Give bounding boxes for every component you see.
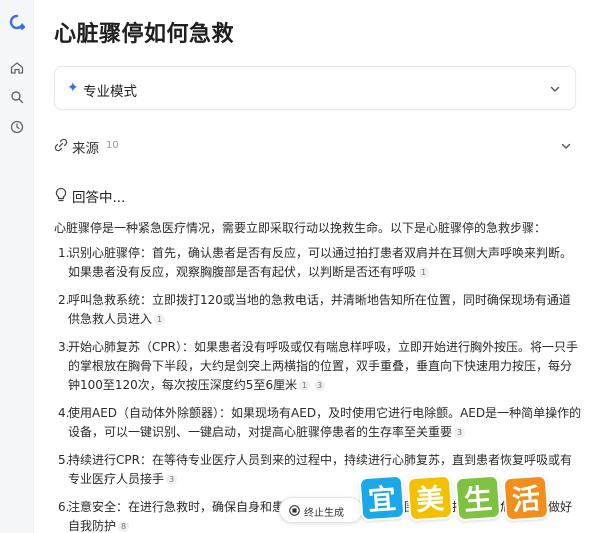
step-number: 1.: [58, 246, 70, 260]
link-icon: [54, 138, 68, 152]
watermark-char: 宜: [358, 474, 406, 522]
citation-badge[interactable]: 3: [166, 474, 178, 485]
watermark-char: 美: [406, 474, 454, 522]
step-number: 5.: [58, 453, 70, 467]
watermark-logo: 宜 美 生 活: [358, 474, 550, 528]
citation-badge[interactable]: 3: [454, 427, 466, 438]
citation-badge[interactable]: 3: [314, 380, 326, 391]
status-label: 回答中...: [72, 190, 126, 206]
watermark-char: 生: [454, 474, 502, 522]
stop-generation-button[interactable]: 终止生成: [279, 497, 363, 523]
citation-badge[interactable]: 1: [418, 267, 430, 278]
main-panel: 心脏骤停如何急救 ✦ 专业模式 来源 10 回答中... 心脏骤停是一种紧急医疗…: [34, 0, 600, 533]
answer-step: 1. 识别心脏骤停：首先，确认患者是否有反应，可以通过拍打患者双肩并在耳侧大声呼唤…: [54, 244, 582, 282]
step-number: 6.: [58, 500, 70, 514]
sources-toggle[interactable]: 来源 10: [54, 132, 576, 160]
stop-label: 终止生成: [304, 508, 344, 519]
answer-step: 2. 呼叫急救系统：立即拨打120或当地的急救电话，并清晰地告知所在位置，同时确保…: [54, 291, 582, 329]
step-number: 3.: [58, 340, 70, 354]
answer-step: 4. 使用AED（自动体外除颤器）：如果现场有AED，及时使用它进行电除颤。AED…: [54, 404, 582, 442]
mode-label: 专业模式: [83, 84, 137, 100]
mode-selector[interactable]: ✦ 专业模式: [54, 66, 576, 110]
step-text: 识别心脏骤停：首先，确认患者是否有反应，可以通过拍打患者双肩并在耳侧大声呼唤来判…: [68, 246, 573, 279]
chevron-down-icon[interactable]: [560, 140, 572, 152]
sources-count: 10: [106, 140, 119, 151]
citation-badge[interactable]: 1: [154, 314, 166, 325]
watermark-char: 活: [502, 474, 550, 522]
step-number: 4.: [58, 406, 70, 420]
answer-intro: 心脏骤停是一种紧急医疗情况，需要立即采取行动以挽救生命。以下是心脏骤停的急救步骤…: [54, 221, 547, 235]
sources-label: 来源: [72, 141, 99, 157]
page-title: 心脏骤停如何急救: [54, 22, 235, 47]
citation-badge[interactable]: 1: [299, 380, 311, 391]
search-icon[interactable]: [9, 89, 25, 105]
sparkle-icon: ✦: [67, 80, 79, 96]
step-number: 2.: [58, 293, 70, 307]
step-text: 呼叫急救系统：立即拨打120或当地的急救电话，并清晰地告知所在位置，同时确保现场…: [68, 293, 571, 326]
answer-step: 3. 开始心肺复苏（CPR）：如果患者没有呼吸或仅有喘息样呼吸，立即开始进行胸外按…: [54, 338, 582, 395]
stop-icon: [289, 505, 300, 516]
lightbulb-icon: [55, 187, 67, 202]
sidebar: [0, 0, 34, 533]
home-icon[interactable]: [9, 60, 25, 76]
chevron-down-icon[interactable]: [549, 83, 561, 95]
citation-badge[interactable]: 8: [118, 521, 130, 532]
history-icon[interactable]: [9, 119, 25, 135]
app-logo-icon[interactable]: [9, 14, 25, 30]
step-text: 使用AED（自动体外除颤器）：如果现场有AED，及时使用它进行电除颤。AED是一…: [68, 406, 582, 439]
